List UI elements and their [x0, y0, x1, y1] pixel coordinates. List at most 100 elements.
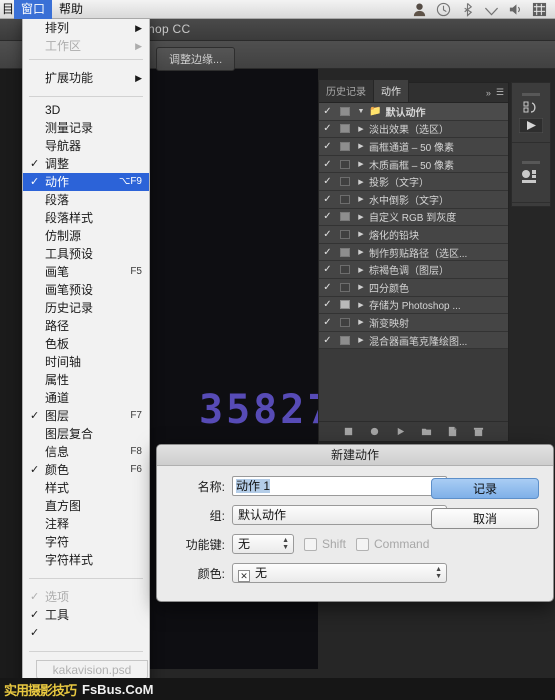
- menu-item-layers[interactable]: ✓图层F7: [23, 407, 149, 425]
- menu-item-3d[interactable]: 3D: [23, 101, 149, 119]
- action-row[interactable]: ✓ ▶ 自定义 RGB 到灰度: [319, 209, 508, 227]
- shift-checkbox[interactable]: [304, 538, 317, 551]
- menu-item-extensions[interactable]: 扩展功能 ▶: [23, 69, 149, 87]
- play-icon[interactable]: [519, 118, 543, 133]
- wifi-icon[interactable]: [484, 2, 499, 17]
- chevron-right-icon[interactable]: ▶: [353, 142, 369, 150]
- menubar-item-window[interactable]: 窗口: [14, 0, 52, 19]
- row-toggle-check[interactable]: ✓: [319, 176, 336, 187]
- row-toggle-check[interactable]: ✓: [319, 335, 336, 346]
- 3d-icon[interactable]: [520, 169, 542, 185]
- menu-item-history[interactable]: 历史记录: [23, 299, 149, 317]
- menu-item-info[interactable]: 信息F8: [23, 443, 149, 461]
- user-avatar-icon[interactable]: [412, 2, 427, 17]
- action-row[interactable]: ✓ ▶ 棕褐色调（图层）: [319, 261, 508, 279]
- row-toggle-check[interactable]: ✓: [319, 282, 336, 293]
- dock-item-3d[interactable]: [512, 143, 550, 203]
- row-dialog-toggle[interactable]: [336, 318, 353, 327]
- action-row[interactable]: ✓ ▶ 渐变映射: [319, 314, 508, 332]
- menu-item-paths[interactable]: 路径: [23, 317, 149, 335]
- command-checkbox[interactable]: [356, 538, 369, 551]
- row-toggle-check[interactable]: ✓: [319, 194, 336, 205]
- row-toggle-check[interactable]: ✓: [319, 159, 336, 170]
- delete-icon[interactable]: [473, 426, 484, 437]
- action-row[interactable]: ✓ ▶ 存储为 Photoshop ...: [319, 297, 508, 315]
- row-dialog-toggle[interactable]: [336, 107, 353, 116]
- time-machine-icon[interactable]: [436, 2, 451, 17]
- bluetooth-icon[interactable]: [460, 2, 475, 17]
- new-set-icon[interactable]: [421, 426, 432, 437]
- row-toggle-check[interactable]: ✓: [319, 229, 336, 240]
- action-row[interactable]: ✓ ▶ 熔化的铅块: [319, 226, 508, 244]
- menu-item-options[interactable]: ✓工具: [23, 606, 149, 624]
- action-row[interactable]: ✓ ▶ 投影（文字）: [319, 173, 508, 191]
- menu-item-application-frame[interactable]: ✓选项: [23, 588, 149, 606]
- menu-item-tool-presets[interactable]: 工具预设: [23, 245, 149, 263]
- chevron-right-icon[interactable]: ▶: [353, 301, 369, 309]
- play-icon[interactable]: [395, 426, 406, 437]
- row-dialog-toggle[interactable]: [336, 283, 353, 292]
- menu-item-character-styles[interactable]: 字符样式: [23, 551, 149, 569]
- menu-item-channels[interactable]: 通道: [23, 389, 149, 407]
- menu-item-brush-presets[interactable]: 画笔预设: [23, 281, 149, 299]
- menu-item-navigator[interactable]: 导航器: [23, 137, 149, 155]
- actions-list[interactable]: ✓ ▼ 📁 默认动作 ✓ ▶ 淡出效果（选区） ✓ ▶ 画框通道 – 50 像素…: [319, 103, 508, 423]
- menu-item-paragraph[interactable]: 段落: [23, 191, 149, 209]
- dock-grip[interactable]: [522, 93, 540, 96]
- row-dialog-toggle[interactable]: [336, 248, 353, 257]
- refine-edge-button[interactable]: 调整边缘...: [156, 47, 235, 71]
- double-chevron-right-icon[interactable]: »: [486, 88, 491, 98]
- set-select[interactable]: 默认动作 ▲▼: [232, 505, 447, 525]
- action-group-row[interactable]: ✓ ▼ 📁 默认动作: [319, 103, 508, 121]
- menu-item-clone-source[interactable]: 仿制源: [23, 227, 149, 245]
- stepper-arrows-icon[interactable]: ▲▼: [435, 566, 442, 580]
- window-menu-dropdown[interactable]: 排列 ▶ 工作区 ▶ 扩展功能 ▶ 3D 测量记录 导航器 ✓调整 ✓动作⌥F9…: [22, 14, 150, 689]
- chevron-down-icon[interactable]: ▼: [353, 108, 369, 115]
- menubar-item-partial[interactable]: 目: [0, 0, 14, 19]
- row-dialog-toggle[interactable]: [336, 124, 353, 133]
- row-toggle-check[interactable]: ✓: [319, 141, 336, 152]
- menu-item-swatches[interactable]: 色板: [23, 335, 149, 353]
- function-key-select[interactable]: 无 ▲▼: [232, 534, 294, 554]
- row-dialog-toggle[interactable]: [336, 160, 353, 169]
- tab-actions[interactable]: 动作: [374, 80, 409, 102]
- action-row[interactable]: ✓ ▶ 水中倒影（文字）: [319, 191, 508, 209]
- chevron-right-icon[interactable]: ▶: [353, 213, 369, 221]
- menu-item-tools[interactable]: ✓: [23, 624, 149, 642]
- stop-icon[interactable]: [343, 426, 354, 437]
- row-dialog-toggle[interactable]: [336, 177, 353, 186]
- row-toggle-check[interactable]: ✓: [319, 299, 336, 310]
- record-icon[interactable]: [369, 426, 380, 437]
- row-dialog-toggle[interactable]: [336, 300, 353, 309]
- row-dialog-toggle[interactable]: [336, 195, 353, 204]
- action-row[interactable]: ✓ ▶ 木质画框 – 50 像素: [319, 156, 508, 174]
- menu-item-histogram[interactable]: 直方图: [23, 497, 149, 515]
- dock-grip[interactable]: [522, 161, 540, 164]
- menu-item-color[interactable]: ✓颜色F6: [23, 461, 149, 479]
- menu-item-notes[interactable]: 注释: [23, 515, 149, 533]
- row-toggle-check[interactable]: ✓: [319, 247, 336, 258]
- action-row[interactable]: ✓ ▶ 画框通道 – 50 像素: [319, 138, 508, 156]
- new-action-icon[interactable]: [447, 426, 458, 437]
- row-dialog-toggle[interactable]: [336, 212, 353, 221]
- menu-item-arrange[interactable]: 排列 ▶: [23, 19, 149, 37]
- action-row[interactable]: ✓ ▶ 混合器画笔克隆绘图...: [319, 332, 508, 350]
- chevron-right-icon[interactable]: ▶: [353, 336, 369, 344]
- menu-item-timeline[interactable]: 时间轴: [23, 353, 149, 371]
- chevron-right-icon[interactable]: ▶: [353, 318, 369, 326]
- tab-history[interactable]: 历史记录: [319, 80, 374, 102]
- row-dialog-toggle[interactable]: [336, 142, 353, 151]
- menu-item-brush[interactable]: 画笔F5: [23, 263, 149, 281]
- row-dialog-toggle[interactable]: [336, 265, 353, 274]
- row-dialog-toggle[interactable]: [336, 230, 353, 239]
- action-row[interactable]: ✓ ▶ 淡出效果（选区）: [319, 121, 508, 139]
- chevron-right-icon[interactable]: ▶: [353, 266, 369, 274]
- menu-item-measurement-log[interactable]: 测量记录: [23, 119, 149, 137]
- row-dialog-toggle[interactable]: [336, 336, 353, 345]
- row-toggle-check[interactable]: ✓: [319, 123, 336, 134]
- menu-item-adjustments[interactable]: ✓调整: [23, 155, 149, 173]
- row-toggle-check[interactable]: ✓: [319, 211, 336, 222]
- menu-item-character[interactable]: 字符: [23, 533, 149, 551]
- menu-item-paragraph-styles[interactable]: 段落样式: [23, 209, 149, 227]
- chevron-right-icon[interactable]: ▶: [353, 283, 369, 291]
